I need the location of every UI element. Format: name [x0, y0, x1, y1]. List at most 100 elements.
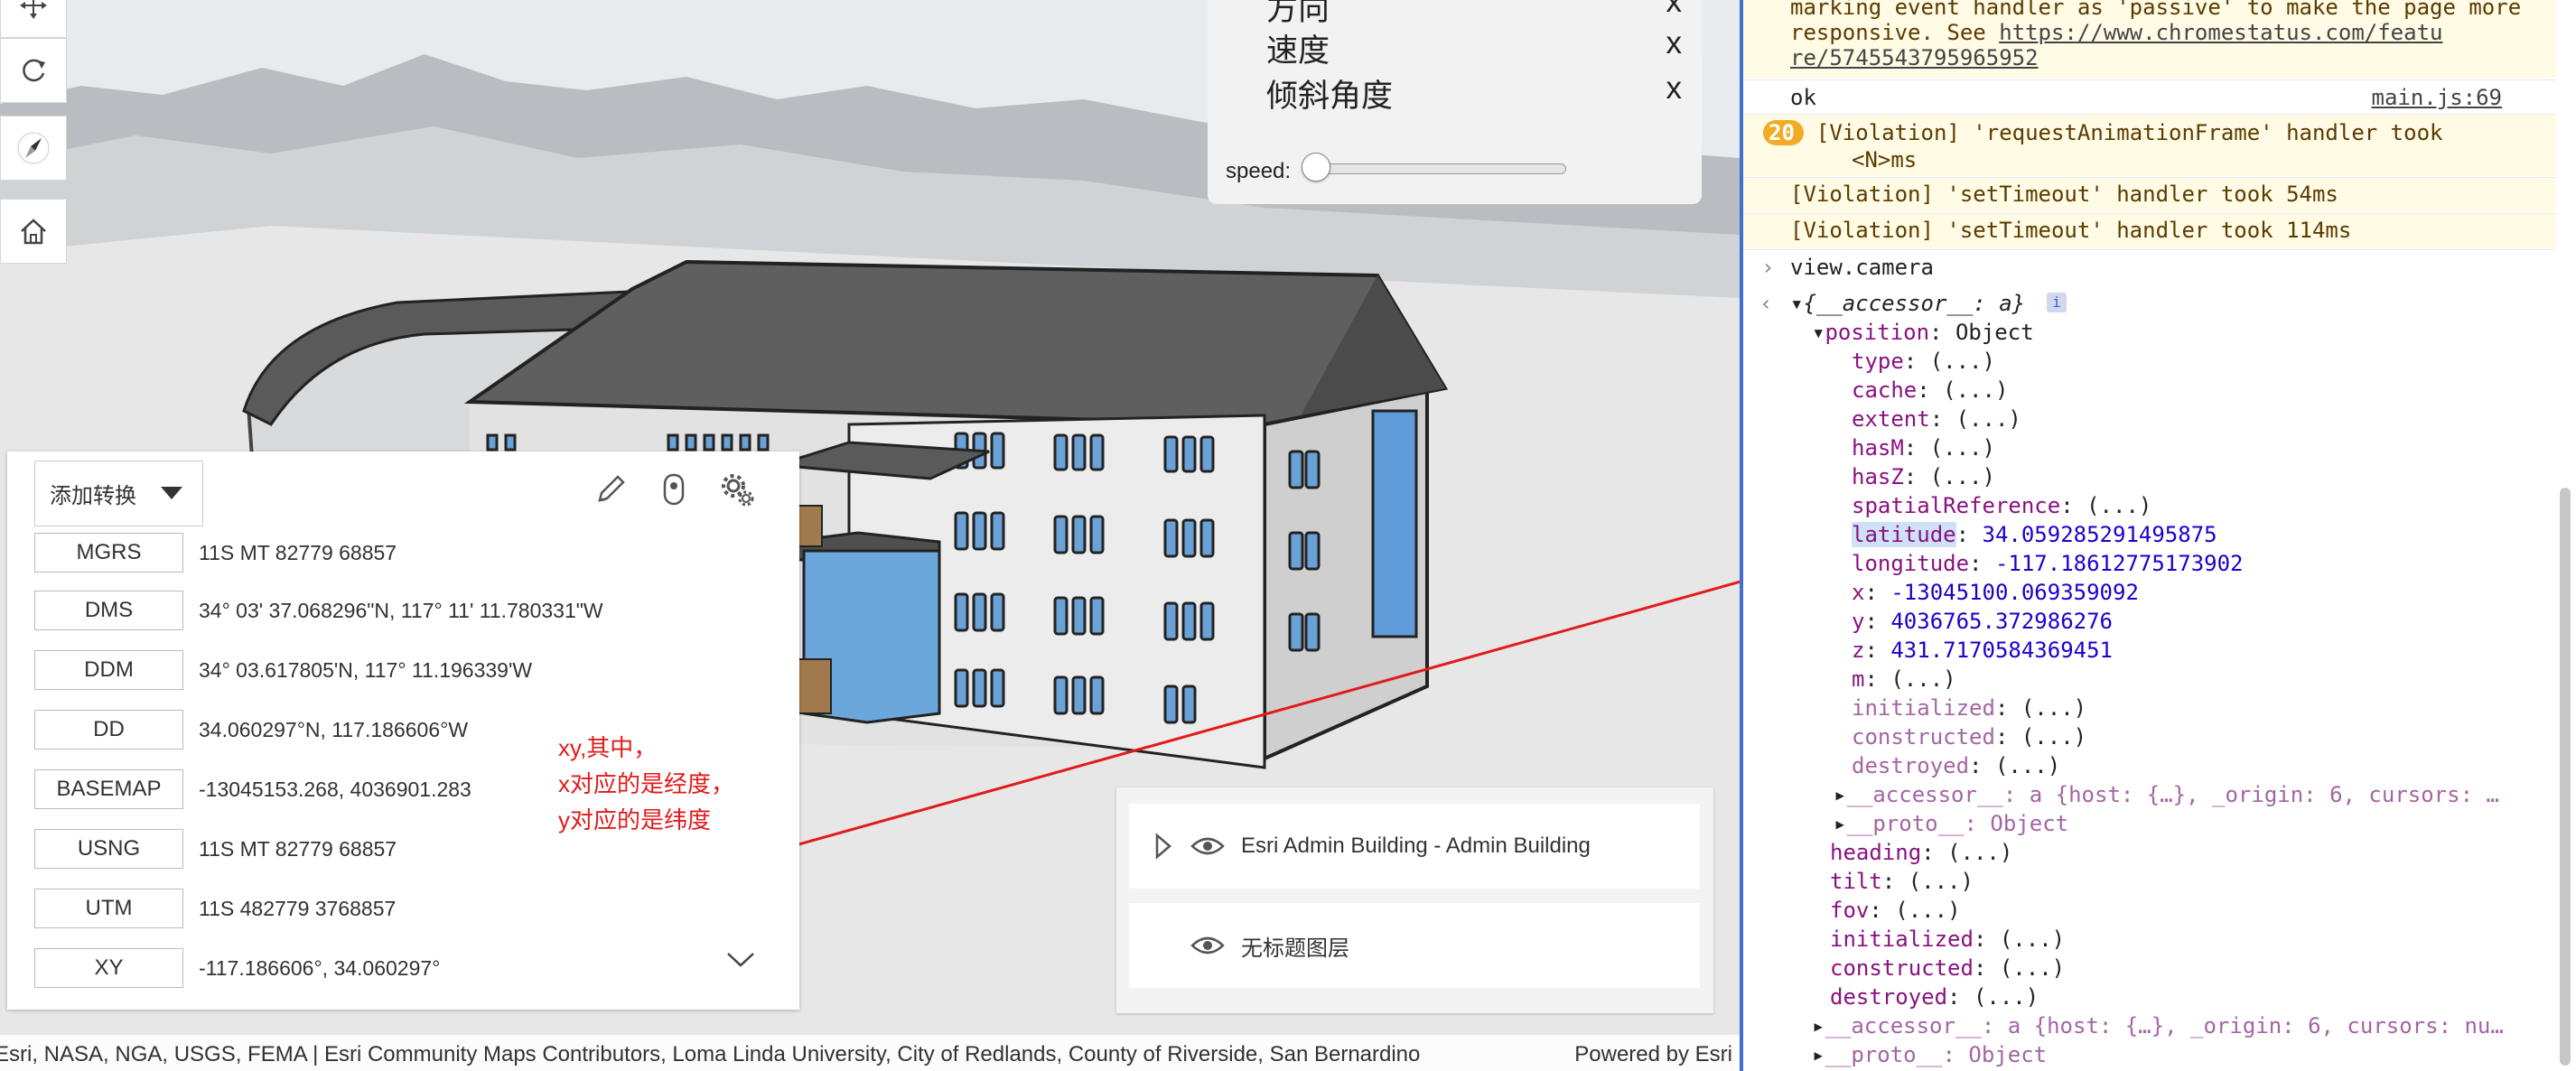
console-warning-passive: marking event handler as 'passive' to ma… [1743, 0, 2556, 78]
x-value: -13045100.069359092 [1890, 580, 2139, 605]
visibility-eye-icon[interactable] [1190, 933, 1225, 958]
direction-remove-button[interactable]: x [1666, 0, 1683, 20]
prop-key: destroyed [1830, 984, 1948, 1010]
y-value: 4036765.372986276 [1890, 609, 2113, 634]
format-button-dd[interactable]: DD [34, 710, 183, 750]
source-link[interactable]: main.js:69 [2372, 85, 2503, 110]
expand-chevron-icon[interactable] [725, 948, 756, 970]
info-icon[interactable]: i [2047, 293, 2067, 312]
violation-text: [Violation] 'setTimeout' handler took 11… [1790, 218, 2352, 243]
prop-key: m [1852, 666, 1865, 692]
result-summary: {__accessor__: a} [1803, 291, 2026, 316]
prop-key: heading [1830, 840, 1922, 865]
prop-value: (...) [1999, 955, 2066, 981]
attribution-bar: Esri, NASA, NGA, USGS, FEMA | Esri Commu… [0, 1035, 1740, 1071]
powered-by-esri[interactable]: Powered by Esri [1574, 1042, 1732, 1067]
coord-row-dms: DMS 34° 03' 37.068296"N, 117° 11' 11.780… [34, 591, 775, 632]
visibility-eye-icon[interactable] [1190, 834, 1225, 859]
coord-value-usng: 11S MT 82779 68857 [199, 836, 397, 861]
layer-list: Esri Admin Building - Admin Building 无标题… [1116, 787, 1713, 1013]
rotate-button[interactable] [0, 38, 67, 103]
prop-key: y [1852, 609, 1865, 634]
prop-value: (...) [1947, 840, 2013, 865]
coord-value-dms: 34° 03' 37.068296"N, 117° 11' 11.780331"… [199, 598, 603, 622]
edit-pencil-icon[interactable] [593, 471, 629, 508]
caret-down-icon [161, 487, 182, 499]
format-button-mgrs[interactable]: MGRS [34, 533, 183, 573]
prop-key: initialized [1852, 695, 1995, 721]
capture-mode-icon[interactable] [656, 471, 692, 508]
chromestatus-link[interactable]: https://www.chromestatus.com/featu [1999, 20, 2442, 45]
longitude-value: -117.18612775173902 [1994, 551, 2244, 576]
speed-slider-thumb[interactable] [1302, 153, 1330, 182]
coord-row-ddm: DDM 34° 03.617805'N, 117° 11.196339'W [34, 650, 775, 692]
map-view[interactable]: 方向 x 速度 x 倾斜角度 x speed: 添加转换 MGRS 11S MT… [0, 0, 1740, 1071]
z-value: 431.7170584369451 [1890, 638, 2113, 663]
pan-button[interactable] [0, 0, 67, 38]
rotate-icon [23, 59, 45, 82]
prop-key: __proto__: Object [1825, 1042, 2048, 1067]
prop-value: (...) [1895, 898, 1961, 923]
prop-value: (...) [1943, 377, 2009, 403]
attribution-text[interactable]: Esri, NASA, NGA, USGS, FEMA | Esri Commu… [0, 1042, 1541, 1067]
format-button-xy[interactable]: XY [34, 948, 183, 988]
coord-value-basemap: -13045153.268, 4036901.283 [199, 777, 471, 801]
settings-gear-icon[interactable] [719, 471, 755, 508]
expand-triangle-icon[interactable] [1154, 833, 1172, 860]
console-violation-timeout-1: [Violation] 'setTimeout' handler took 54… [1743, 178, 2556, 212]
format-button-ddm[interactable]: DDM [34, 650, 183, 690]
prop-key: constructed [1830, 955, 1974, 981]
coord-row-dd: DD 34.060297°N, 117.186606°W [34, 710, 775, 751]
coord-value-ddm: 34° 03.617805'N, 117° 11.196339'W [199, 657, 533, 682]
coord-value-xy: -117.186606°, 34.060297° [199, 955, 441, 980]
annotation-line-1: xy,其中， [558, 734, 658, 761]
console-input-command: view.camera [1790, 255, 1934, 280]
expand-toggle-icon: ▾{__accessor__: a} [1790, 291, 2026, 316]
layer-item-untitled[interactable]: 无标题图层 [1129, 903, 1700, 988]
prop-value: (...) [2021, 695, 2087, 721]
prop-key: type [1852, 349, 1904, 374]
log-text: ok [1790, 85, 1816, 110]
format-button-dms[interactable]: DMS [34, 591, 183, 630]
violation-text: [Violation] 'setTimeout' handler took 54… [1790, 182, 2338, 207]
console-scrollbar[interactable] [2560, 488, 2571, 1066]
coord-value-mgrs: 11S MT 82779 68857 [199, 540, 397, 564]
coord-value-utm: 11S 482779 3768857 [199, 896, 397, 920]
add-conversion-label: 添加转换 [50, 484, 136, 508]
prompt-chevron-icon: › [1761, 255, 1775, 280]
layer-item-admin-building[interactable]: Esri Admin Building - Admin Building [1129, 804, 1700, 889]
prop-key: extent [1852, 406, 1930, 432]
prop-key: constructed [1852, 724, 1995, 750]
console-log-ok: ok main.js:69 [1743, 85, 2556, 112]
prop-value: (...) [1955, 406, 2021, 432]
prop-key: hasM [1852, 435, 1904, 461]
prop-value: (...) [1994, 753, 2061, 778]
devtools-console: marking event handler as 'passive' to ma… [1743, 0, 2576, 1071]
format-button-usng[interactable]: USNG [34, 829, 183, 869]
format-button-utm[interactable]: UTM [34, 889, 183, 928]
prop-value: Object [1955, 320, 2034, 345]
speed-slider[interactable] [1307, 163, 1566, 174]
format-button-basemap[interactable]: BASEMAP [34, 769, 183, 809]
compass-button[interactable] [0, 116, 67, 181]
coord-row-utm: UTM 11S 482779 3768857 [34, 889, 775, 930]
result-arrow-icon: ‹ [1759, 291, 1773, 316]
speed-row: 速度 x [1266, 25, 1682, 71]
speed-remove-button[interactable]: x [1666, 25, 1683, 61]
prop-key: __accessor__: a {host: {…}, _origin: 6, … [1846, 782, 2499, 807]
prop-key: destroyed [1852, 753, 1970, 778]
coord-row-mgrs: MGRS 11S MT 82779 68857 [34, 533, 775, 574]
add-conversion-select[interactable]: 添加转换 [34, 461, 203, 526]
prop-value: (...) [2021, 724, 2087, 750]
tilt-remove-button[interactable]: x [1666, 70, 1683, 107]
console-violation-raf: 20 [Violation] 'requestAnimationFrame' ha… [1743, 115, 2556, 176]
tilt-label: 倾斜角度 [1266, 79, 1394, 114]
coordinate-conversion-widget: 添加转换 MGRS 11S MT 82779 68857 DMS 34° 03'… [7, 452, 799, 1010]
prop-key: cache [1852, 377, 1918, 403]
chromestatus-link-cont[interactable]: re/5745543795965952 [1790, 45, 2039, 70]
direction-label: 方向 [1266, 0, 1330, 27]
repeat-count-badge[interactable]: 20 [1763, 120, 1804, 145]
violation-text-cont: <N>ms [1852, 147, 1918, 172]
home-button[interactable] [0, 199, 67, 264]
prop-value: (...) [1929, 464, 1995, 489]
